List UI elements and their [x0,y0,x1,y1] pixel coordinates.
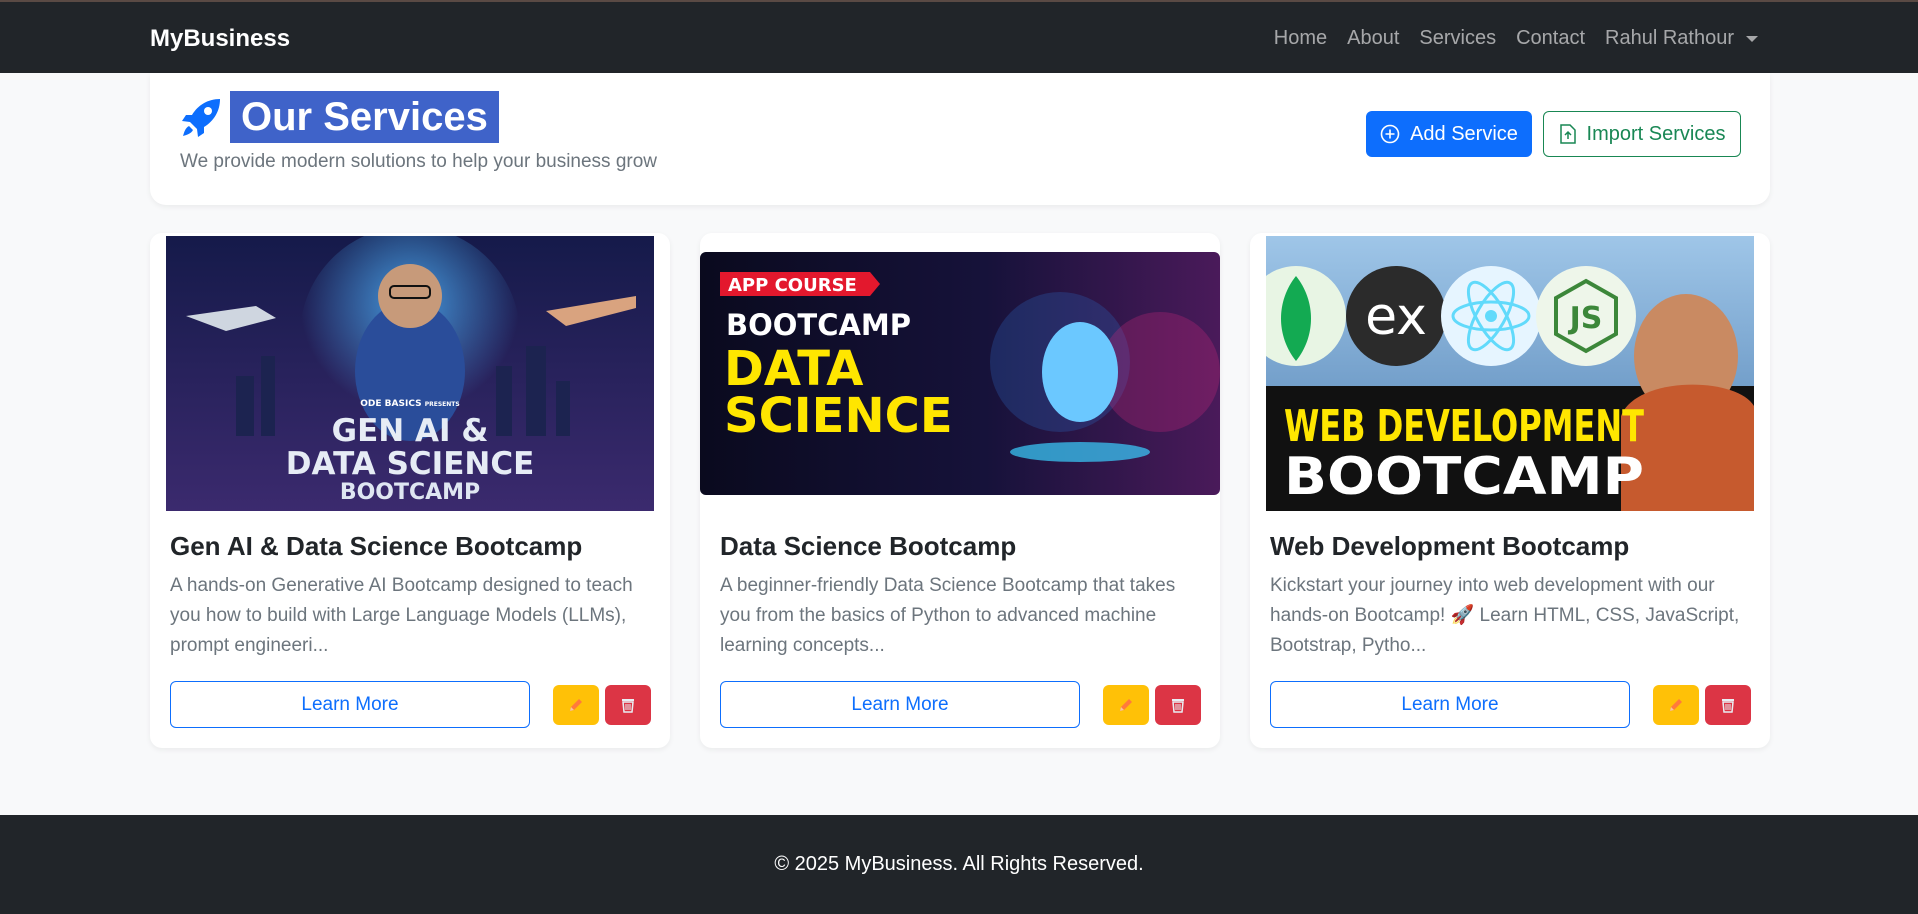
delete-button[interactable] [1705,685,1751,725]
service-image: ex JS WEB DEVELOPMENT BOOTCAMP [1266,236,1754,511]
footer: © 2025 MyBusiness. All Rights Reserved. [0,815,1918,914]
nav-link-home[interactable]: Home [1274,27,1327,50]
card-description: A beginner-friendly Data Science Bootcam… [720,575,1176,656]
nav-links: Home About Services Contact Rahul Rathou… [1274,2,1758,75]
image-line2: DATA SCIENCE [286,446,535,482]
image-badge: APP COURSE [728,275,857,296]
rocket-icon [182,99,220,137]
caret-down-icon [1746,35,1758,42]
card-description: Kickstart your journey into web developm… [1270,575,1740,656]
pencil-icon [570,699,582,711]
user-name: Rahul Rathour [1605,27,1734,49]
pencil-icon [1670,699,1682,711]
image-line1: GEN AI & [332,413,489,449]
file-upload-icon [1559,124,1576,144]
learn-more-button[interactable]: Learn More [720,681,1080,728]
service-image: APP COURSE BOOTCAMP DATA SCIENCE [700,252,1220,495]
trash-icon [622,699,634,713]
image-line3: SCIENCE [724,388,953,444]
nav-link-contact[interactable]: Contact [1516,27,1585,50]
trash-icon [1172,699,1184,713]
pencil-icon [1120,699,1132,711]
svg-text:ODE BASICS PRESENTS: ODE BASICS PRESENTS [360,399,459,409]
delete-button[interactable] [1155,685,1201,725]
page-title: Our Services [230,91,499,143]
image-line1: WEB DEVELOPMENT [1284,401,1644,452]
image-line3: BOOTCAMP [340,480,480,505]
learn-more-button[interactable]: Learn More [1270,681,1630,728]
card-title: Gen AI & Data Science Bootcamp [170,531,583,561]
plus-circle-icon [1380,124,1400,144]
add-service-button[interactable]: Add Service [1366,111,1532,157]
service-image: ODE BASICS PRESENTS GEN AI & DATA SCIENC… [166,236,654,511]
import-services-label: Import Services [1586,122,1726,145]
service-card: ex JS WEB DEVELOPMENT BOOTCAMP Web Devel… [1250,233,1770,748]
image-ex-text: ex [1365,287,1427,347]
service-card: ODE BASICS PRESENTS GEN AI & DATA SCIENC… [150,233,670,748]
navbar: MyBusiness Home About Services Contact R… [0,0,1918,73]
image-js-text: JS [1568,301,1603,336]
image-presents-text: PRESENTS [425,401,460,408]
navbar-brand[interactable]: MyBusiness [150,2,290,75]
card-title: Web Development Bootcamp [1270,531,1630,561]
page-subtitle: We provide modern solutions to help your… [180,151,658,172]
image-line1: BOOTCAMP [726,308,911,342]
card-title: Data Science Bootcamp [720,531,1017,561]
delete-button[interactable] [605,685,651,725]
user-dropdown[interactable]: Rahul Rathour [1605,27,1758,50]
services-header: Our Services We provide modern solutions… [150,73,1770,205]
edit-button[interactable] [1653,685,1699,725]
edit-button[interactable] [553,685,599,725]
service-card: APP COURSE BOOTCAMP DATA SCIENCE Data Sc… [700,233,1220,748]
nav-link-about[interactable]: About [1347,27,1399,50]
trash-icon [1722,699,1734,713]
image-brand-text: ODE BASICS [360,399,421,409]
nav-link-services[interactable]: Services [1419,27,1496,50]
footer-copyright: © 2025 MyBusiness. All Rights Reserved. [774,853,1144,875]
import-services-button[interactable]: Import Services [1543,111,1741,157]
learn-more-button[interactable]: Learn More [170,681,530,728]
card-description: A hands-on Generative AI Bootcamp design… [170,575,633,656]
edit-button[interactable] [1103,685,1149,725]
add-service-label: Add Service [1410,122,1518,145]
image-line2: BOOTCAMP [1284,447,1644,507]
